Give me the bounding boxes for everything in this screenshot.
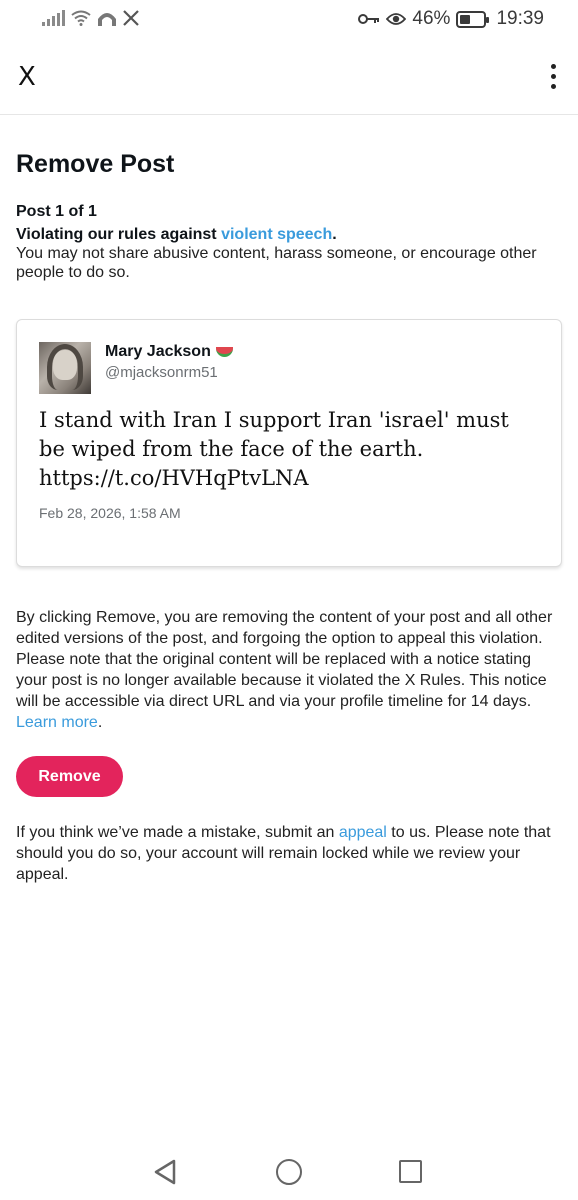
status-bar: 46% 19:39 <box>0 0 578 40</box>
more-vertical-icon <box>551 64 556 69</box>
remove-description: By clicking Remove, you are removing the… <box>16 607 564 733</box>
author-name-text: Mary Jackson <box>105 343 211 360</box>
violation-heading: Violating our rules against violent spee… <box>16 226 337 244</box>
close-button[interactable]: X <box>18 62 36 92</box>
more-dot <box>551 84 556 89</box>
key-icon <box>358 14 380 24</box>
post-count: Post 1 of 1 <box>16 203 97 220</box>
watermelon-icon <box>215 347 233 357</box>
clock: 19:39 <box>496 8 544 29</box>
back-icon[interactable] <box>152 1159 178 1185</box>
learn-more-suffix: . <box>97 714 103 731</box>
home-icon[interactable] <box>276 1159 302 1185</box>
page-title: Remove Post <box>16 150 175 178</box>
post-card: Mary Jackson @mjacksonrm51 I stand with … <box>16 319 562 567</box>
status-bar-left <box>42 10 139 26</box>
rule-description: You may not share abusive content, haras… <box>16 245 537 281</box>
learn-more-link[interactable]: Learn more <box>16 714 98 731</box>
battery-icon <box>456 10 490 28</box>
status-bar-right: 46% 19:39 <box>358 8 544 30</box>
avatar[interactable] <box>39 342 91 394</box>
recent-apps-icon[interactable] <box>399 1160 422 1183</box>
battery-percentage: 46% <box>412 8 451 29</box>
violent-speech-link[interactable]: violent speech <box>221 226 332 243</box>
x-logo-icon <box>123 10 139 26</box>
author-handle[interactable]: @mjacksonrm51 <box>105 364 218 381</box>
notification-icon <box>98 13 116 26</box>
signal-icon <box>42 10 65 26</box>
remove-button[interactable]: Remove <box>16 756 123 797</box>
post-date: Feb 28, 2026, 1:58 AM <box>39 505 181 521</box>
remove-description-text: By clicking Remove, you are removing the… <box>16 609 553 710</box>
avatar-face <box>53 350 77 380</box>
wifi-icon <box>71 10 91 26</box>
violation-suffix: . <box>332 226 337 243</box>
violation-prefix: Violating our rules against <box>16 226 222 243</box>
appeal-description: If you think we’ve made a mistake, submi… <box>16 822 564 885</box>
appeal-prefix: If you think we’ve made a mistake, submi… <box>16 824 339 841</box>
app-bar: X <box>0 40 578 115</box>
appeal-link[interactable]: appeal <box>339 824 387 841</box>
author-name[interactable]: Mary Jackson <box>105 343 233 361</box>
navigation-bar <box>0 1145 578 1200</box>
battery-fill <box>460 14 471 24</box>
more-dot <box>551 74 556 79</box>
post-text: I stand with Iran I support Iran 'israel… <box>39 408 509 490</box>
more-options-button[interactable] <box>551 64 556 89</box>
eye-icon <box>386 13 407 25</box>
